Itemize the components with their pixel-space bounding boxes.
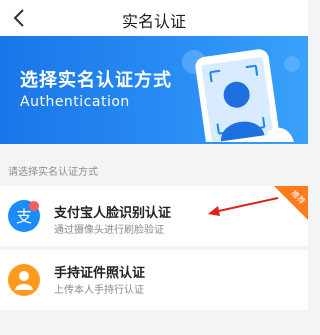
option-handheld-id-auth[interactable]: 手持证件照认证 上传本人手持行认证 bbox=[0, 250, 308, 310]
alipay-icon: 支 bbox=[8, 200, 40, 232]
top-nav-bar: 实名认证 bbox=[0, 0, 308, 36]
face-scan-phone-icon bbox=[182, 49, 300, 142]
option-description: 通过摄像头进行刷脸验证 bbox=[54, 225, 164, 236]
annotation-arrow-icon bbox=[208, 197, 279, 216]
auth-banner: 选择实名认证方式 Authentication bbox=[0, 36, 308, 144]
option-label: 支付宝人脸识别认证 bbox=[54, 206, 172, 221]
person-id-icon bbox=[8, 264, 40, 296]
section-hint: 请选择实名认证方式 bbox=[8, 167, 98, 178]
banner-subheading: Authentication bbox=[20, 94, 130, 110]
page-title: 实名认证 bbox=[121, 12, 186, 31]
page-bottom-area bbox=[0, 312, 308, 335]
option-alipay-face-auth[interactable]: 支 支付宝人脸识别认证 通过摄像头进行刷脸验证 推荐 bbox=[0, 186, 308, 246]
alipay-glyph: 支 bbox=[16, 207, 32, 226]
option-description: 上传本人手持行认证 bbox=[54, 285, 144, 296]
banner-heading: 选择实名认证方式 bbox=[20, 70, 172, 91]
option-label: 手持证件照认证 bbox=[54, 266, 146, 281]
